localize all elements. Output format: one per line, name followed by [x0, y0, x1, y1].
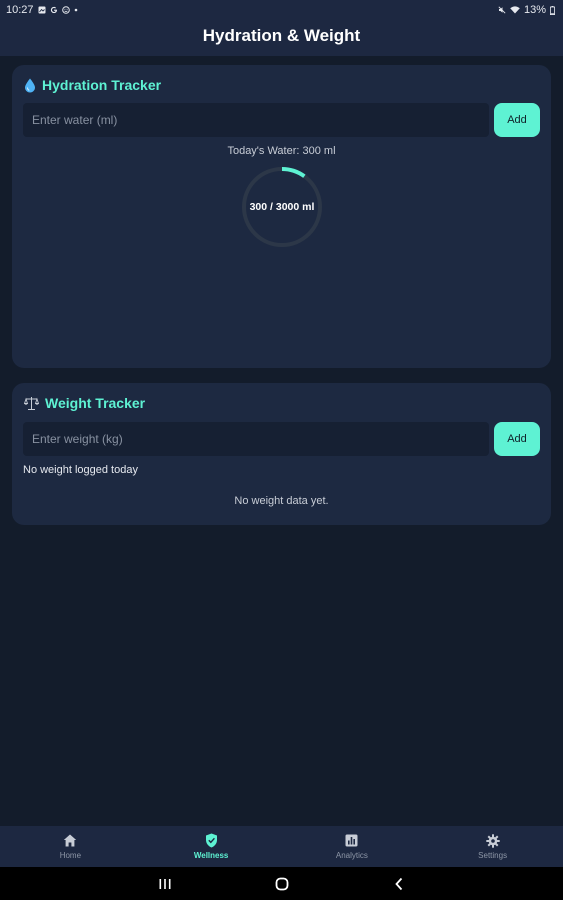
weight-status-text: No weight logged today: [23, 464, 138, 476]
weight-input[interactable]: [23, 422, 489, 456]
dot-icon: [74, 8, 77, 12]
nav-wellness[interactable]: Wellness: [141, 826, 282, 867]
home-circle-icon: [275, 877, 288, 890]
google-notification-icon: [50, 6, 57, 14]
weight-title: Weight Tracker: [45, 395, 146, 411]
scale-icon: [24, 396, 39, 410]
system-nav-bar: [0, 867, 563, 900]
nav-settings-label: Settings: [478, 850, 508, 860]
shield-icon: [204, 833, 218, 848]
nav-analytics[interactable]: Analytics: [282, 826, 423, 867]
progress-ring-label: 300 / 3000 ml: [249, 201, 315, 213]
water-input[interactable]: [23, 103, 489, 137]
today-water-text: Today's Water: 300 ml: [227, 145, 336, 157]
weight-card-header: Weight Tracker: [24, 395, 145, 411]
nav-home-label: Home: [59, 850, 82, 860]
page-title: Hydration & Weight: [202, 26, 361, 45]
nav-analytics-label: Analytics: [335, 850, 368, 860]
nav-wellness-label: Wellness: [193, 850, 229, 860]
mute-icon: [498, 6, 506, 14]
back-button[interactable]: [388, 873, 410, 895]
home-icon: [63, 834, 77, 848]
analytics-icon: [345, 834, 359, 848]
water-drop-icon: [25, 78, 35, 92]
status-time: 10:27: [6, 4, 34, 16]
nav-settings[interactable]: Settings: [422, 826, 563, 867]
recent-apps-icon: [159, 878, 170, 889]
hydration-card-header: Hydration Tracker: [24, 77, 161, 93]
face-notification-icon: [61, 6, 70, 14]
recent-apps-button[interactable]: [154, 873, 176, 895]
hydration-progress-ring: 300 / 3000 ml: [240, 165, 324, 249]
wifi-icon: [510, 6, 520, 14]
weight-empty-text: No weight data yet.: [234, 495, 329, 507]
bottom-nav: Home Wellness Analytics Settings: [0, 826, 563, 867]
gear-icon: [485, 833, 500, 848]
add-water-button[interactable]: Add: [494, 103, 540, 137]
image-notification-icon: [38, 6, 46, 14]
hydration-title: Hydration Tracker: [42, 77, 162, 93]
status-bar: 10:27 13%: [0, 0, 563, 20]
back-icon: [394, 877, 402, 890]
weight-input-row: Add: [23, 422, 540, 456]
weight-card: Weight Tracker Add No weight logged toda…: [12, 383, 551, 525]
battery-percent: 13%: [523, 4, 546, 16]
add-weight-button[interactable]: Add: [494, 422, 540, 456]
nav-home[interactable]: Home: [0, 826, 141, 867]
hydration-card: Hydration Tracker Add Today's Water: 300…: [12, 65, 551, 368]
app-bar: Hydration & Weight: [0, 20, 563, 56]
battery-icon: [550, 5, 555, 15]
home-button[interactable]: [271, 873, 293, 895]
hydration-input-row: Add: [23, 103, 540, 137]
